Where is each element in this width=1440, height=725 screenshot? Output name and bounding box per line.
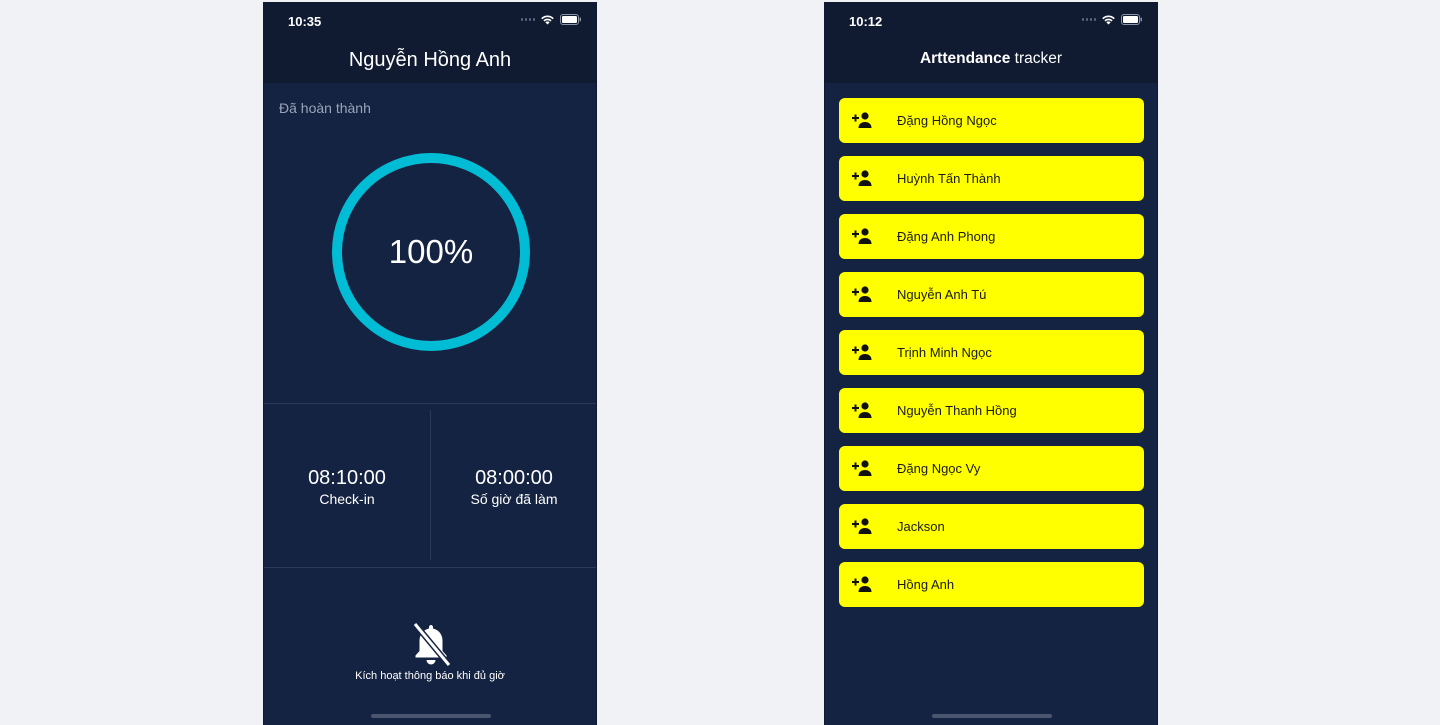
member-item[interactable]: Nguyễn Anh Tú	[839, 272, 1144, 317]
member-item[interactable]: Nguyễn Thanh Hồng	[839, 388, 1144, 433]
signal-icon	[1082, 18, 1096, 21]
battery-icon	[1121, 14, 1143, 25]
title-bold: Arttendance	[919, 50, 1011, 67]
hours-worked-stat: 08:00:00 Số giờ đã làm	[431, 466, 596, 508]
hours-worked-label: Số giờ đã làm	[470, 491, 558, 507]
progress-percent: 100%	[388, 233, 474, 270]
person-add-icon[interactable]	[852, 169, 872, 187]
member-name: Huỳnh Tấn Thành	[897, 171, 1001, 186]
status-time: 10:12	[849, 14, 883, 29]
person-add-icon[interactable]	[852, 343, 872, 361]
nav-bar: 10:35 Nguyễn Hồng Anh	[264, 2, 596, 83]
status-bar: 10:12	[825, 2, 1157, 36]
notification-label: Kích hoạt thông báo khi đủ giờ	[355, 670, 505, 682]
status-time: 10:35	[288, 14, 322, 29]
person-add-icon[interactable]	[852, 575, 872, 593]
person-add-icon[interactable]	[852, 227, 872, 245]
member-item[interactable]: Đặng Hồng Ngọc	[839, 98, 1144, 143]
member-name: Jackson	[897, 519, 945, 534]
member-list: Đặng Hồng Ngọc Huỳnh Tấn Thành Đặng Anh Ph…	[839, 98, 1144, 620]
member-name: Nguyễn Thanh Hồng	[897, 403, 1017, 418]
signal-icon	[521, 18, 535, 21]
member-name: Trịnh Minh Ngọc	[897, 345, 992, 360]
attendance-screen: 10:12 Arttendance tracker Đặng Hồng Ngọc…	[824, 2, 1158, 725]
member-item[interactable]: Trịnh Minh Ngọc	[839, 330, 1144, 375]
checkin-label: Check-in	[319, 491, 375, 507]
divider	[264, 567, 596, 568]
hours-worked-value: 08:00:00	[475, 467, 553, 489]
battery-icon	[560, 14, 582, 25]
person-add-icon[interactable]	[852, 111, 872, 129]
notifications-off-icon[interactable]	[409, 620, 453, 668]
status-icons	[521, 14, 582, 25]
person-add-icon[interactable]	[852, 401, 872, 419]
wifi-icon	[1101, 14, 1116, 25]
section-label: Đã hoàn thành	[279, 100, 371, 116]
person-add-icon[interactable]	[852, 285, 872, 303]
status-icons	[1082, 14, 1143, 25]
member-name: Đặng Ngọc Vy	[897, 461, 981, 476]
wifi-icon	[540, 14, 555, 25]
member-item[interactable]: Đặng Ngọc Vy	[839, 446, 1144, 491]
member-item[interactable]: Jackson	[839, 504, 1144, 549]
member-name: Hồng Anh	[897, 577, 955, 592]
page-title: Nguyễn Hồng Anh	[348, 49, 512, 71]
home-indicator[interactable]	[932, 714, 1052, 718]
member-item[interactable]: Hồng Anh	[839, 562, 1144, 607]
detail-screen: 10:35 Nguyễn Hồng Anh Đã hoàn thành 100%…	[263, 2, 597, 725]
status-bar: 10:35	[264, 2, 596, 36]
member-name: Nguyễn Anh Tú	[897, 287, 987, 302]
member-item[interactable]: Huỳnh Tấn Thành	[839, 156, 1144, 201]
divider	[264, 403, 596, 404]
person-add-icon[interactable]	[852, 459, 872, 477]
title-rest: tracker	[1010, 50, 1063, 67]
home-indicator[interactable]	[371, 714, 491, 718]
person-add-icon[interactable]	[852, 517, 872, 535]
nav-bar: 10:12 Arttendance tracker	[825, 2, 1157, 83]
member-item[interactable]: Đặng Anh Phong	[839, 214, 1144, 259]
checkin-stat: 08:10:00 Check-in	[264, 466, 430, 508]
member-name: Đặng Anh Phong	[897, 229, 996, 244]
checkin-time: 08:10:00	[308, 467, 386, 489]
member-name: Đặng Hồng Ngọc	[897, 113, 997, 128]
page-title: Arttendance tracker	[825, 50, 1157, 68]
